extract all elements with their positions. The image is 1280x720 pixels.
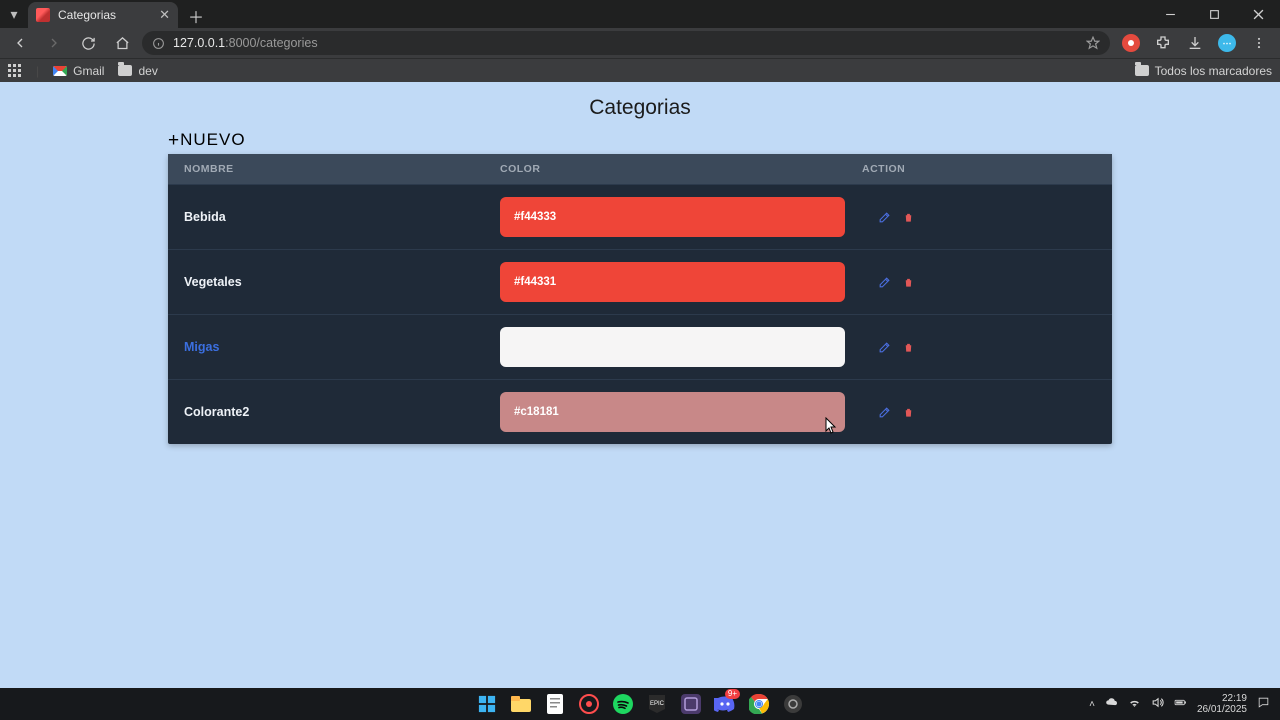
table-header: NOMBRE COLOR ACTION — [168, 154, 1112, 184]
edit-icon[interactable] — [877, 405, 891, 419]
all-bookmarks-button[interactable]: Todos los marcadores — [1135, 64, 1272, 78]
add-new-link[interactable]: +NUEVO — [168, 130, 246, 152]
tray-notifications-icon[interactable] — [1257, 696, 1270, 712]
edit-icon[interactable] — [877, 340, 891, 354]
taskbar-spotify[interactable] — [610, 691, 636, 717]
window-close-button[interactable] — [1236, 0, 1280, 28]
downloads-button[interactable] — [1180, 29, 1210, 57]
header-color: COLOR — [500, 163, 862, 175]
header-name: NOMBRE — [184, 163, 500, 175]
address-bar[interactable]: 127.0.0.1:8000/categories — [142, 31, 1110, 55]
row-name: Colorante2 — [184, 405, 500, 419]
url-text: 127.0.0.1:8000/categories — [173, 36, 318, 50]
row-name: Vegetales — [184, 275, 500, 289]
edit-icon[interactable] — [877, 210, 891, 224]
categories-table: NOMBRE COLOR ACTION Bebida#f44333Vegetal… — [168, 154, 1112, 444]
window-minimize-button[interactable] — [1148, 0, 1192, 28]
chrome-menu-button[interactable] — [1244, 29, 1274, 57]
taskbar-epic[interactable]: EPIC — [644, 691, 670, 717]
nav-home-button[interactable] — [108, 29, 136, 57]
taskbar-chrome[interactable] — [746, 691, 772, 717]
extension-avatar[interactable]: ⋯ — [1212, 29, 1242, 57]
folder-icon — [1135, 65, 1149, 76]
table-row: Vegetales#f44331 — [168, 249, 1112, 314]
nav-forward-button[interactable] — [40, 29, 68, 57]
bookmark-star-icon[interactable] — [1086, 36, 1100, 50]
tray-wifi-icon[interactable] — [1128, 696, 1141, 712]
delete-icon[interactable] — [901, 210, 915, 224]
edit-icon[interactable] — [877, 275, 891, 289]
row-name: Bebida — [184, 210, 500, 224]
header-action: ACTION — [862, 163, 1096, 175]
tray-volume-icon[interactable] — [1151, 696, 1164, 712]
tray-overflow-button[interactable]: ˄ — [1089, 699, 1095, 710]
browser-tab-active[interactable]: Categorias ✕ — [28, 2, 178, 28]
delete-icon[interactable] — [901, 340, 915, 354]
taskbar-app-purple[interactable] — [678, 691, 704, 717]
nav-reload-button[interactable] — [74, 29, 102, 57]
page-title: Categorias — [168, 96, 1112, 120]
apps-button[interactable] — [8, 64, 22, 78]
site-info-icon[interactable] — [152, 37, 165, 50]
folder-icon — [118, 65, 132, 76]
taskbar-notepad[interactable] — [542, 691, 568, 717]
delete-icon[interactable] — [901, 275, 915, 289]
table-row: Migas#ffffff — [168, 314, 1112, 379]
table-row: Colorante2#c18181 — [168, 379, 1112, 444]
color-swatch: #f44331 — [500, 262, 845, 302]
tab-search-dropdown[interactable]: ▾ — [0, 0, 28, 28]
bookmark-dev[interactable]: dev — [118, 64, 157, 78]
taskbar-app-grey[interactable] — [780, 691, 806, 717]
tray-onedrive-icon[interactable] — [1105, 696, 1118, 712]
new-tab-button[interactable]: ＋ — [184, 4, 208, 28]
windows-taskbar[interactable]: EPIC 9+ ˄ 22:19 26/01/2025 — [0, 688, 1280, 720]
gmail-icon — [53, 66, 67, 76]
color-swatch: #c18181 — [500, 392, 845, 432]
tray-clock[interactable]: 22:19 26/01/2025 — [1197, 693, 1247, 715]
tab-favicon — [36, 8, 50, 22]
start-button[interactable] — [474, 691, 500, 717]
extensions-button[interactable] — [1148, 29, 1178, 57]
taskbar-app-red[interactable] — [576, 691, 602, 717]
color-swatch: #f44333 — [500, 197, 845, 237]
window-maximize-button[interactable] — [1192, 0, 1236, 28]
taskbar-explorer[interactable] — [508, 691, 534, 717]
tab-close-icon[interactable]: ✕ — [159, 7, 170, 23]
tray-battery-icon[interactable] — [1174, 696, 1187, 712]
row-name: Migas — [184, 340, 500, 354]
table-row: Bebida#f44333 — [168, 184, 1112, 249]
profile-avatar[interactable] — [1116, 29, 1146, 57]
taskbar-discord[interactable]: 9+ — [712, 691, 738, 717]
color-swatch: #ffffff — [500, 327, 845, 367]
tab-title: Categorias — [58, 8, 116, 22]
delete-icon[interactable] — [901, 405, 915, 419]
bookmark-gmail[interactable]: Gmail — [53, 64, 104, 78]
nav-back-button[interactable] — [6, 29, 34, 57]
svg-text:EPIC: EPIC — [650, 701, 665, 707]
